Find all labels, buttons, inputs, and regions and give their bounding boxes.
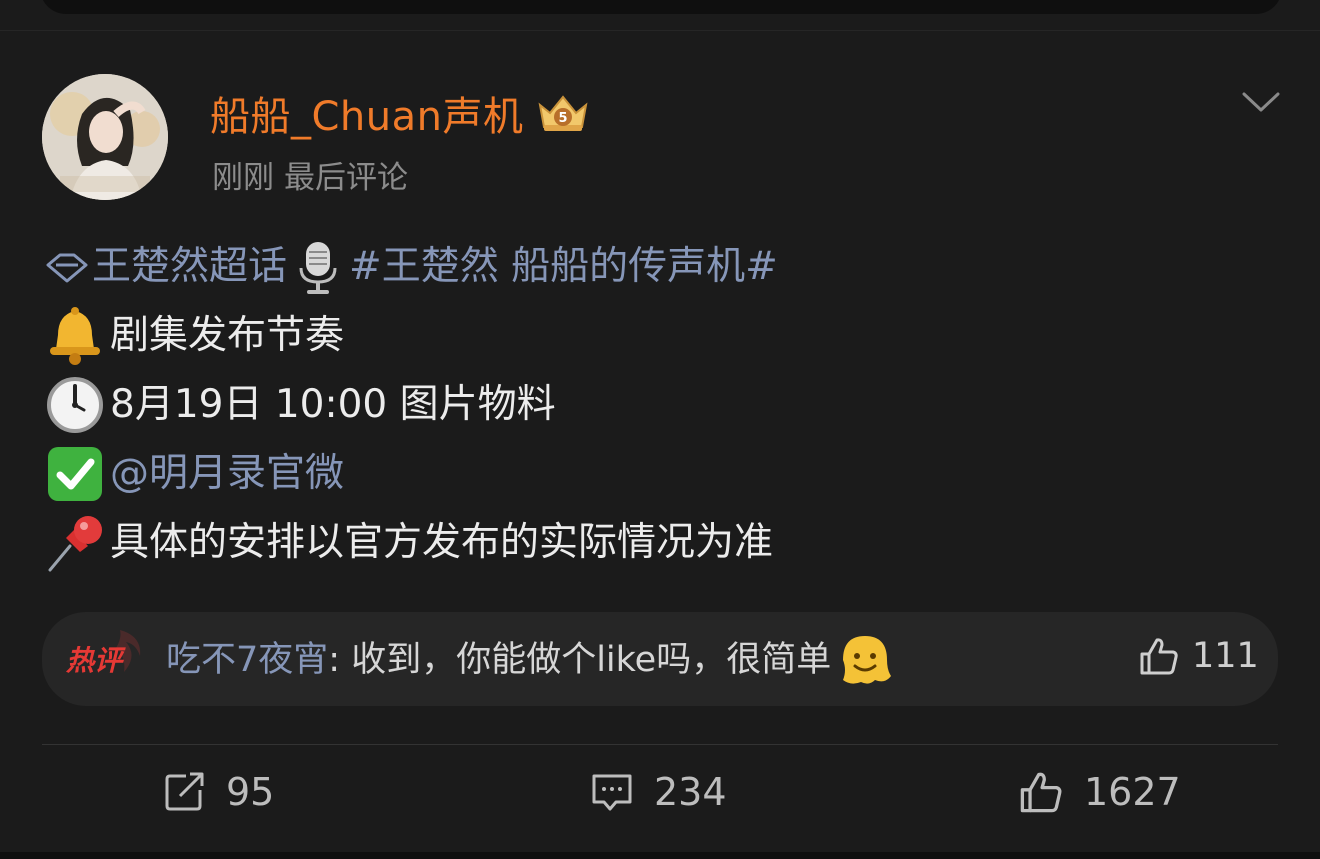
- post-status: 最后评论: [284, 160, 408, 196]
- thumbs-up-icon: [1140, 638, 1178, 675]
- crown-badge-icon[interactable]: 5: [536, 91, 590, 135]
- comment-icon: [592, 774, 632, 811]
- check-icon: [44, 443, 106, 505]
- note-line: 具体的安排以官方发布的实际情况为准: [44, 508, 778, 577]
- notice-text: 剧集发布节奏: [110, 313, 345, 358]
- bell-icon: [44, 305, 106, 367]
- hot-comment-body: 吃不7夜宵 : 收到，你能做个like吗，很简单: [166, 630, 895, 690]
- repost-button[interactable]: 95: [164, 770, 274, 814]
- comment-count: 234: [654, 770, 727, 814]
- notice-line: 剧集发布节奏: [44, 301, 778, 370]
- schedule-line: 8月19日 10:00 图片物料: [44, 370, 778, 439]
- hot-comment-separator: :: [328, 640, 352, 680]
- next-post-edge: [0, 852, 1320, 859]
- microphone-icon: [299, 241, 337, 294]
- comment-button[interactable]: 234: [590, 770, 727, 814]
- hot-tag-label: 热评: [65, 644, 126, 677]
- hot-comment-user[interactable]: 吃不7夜宵: [166, 631, 328, 689]
- pushpin-icon: [44, 512, 106, 574]
- divider: [0, 30, 1320, 31]
- svg-text:5: 5: [558, 111, 567, 126]
- diamond-icon: [46, 253, 88, 282]
- hot-comment-text: 收到，你能做个like吗，很简单: [351, 640, 832, 680]
- thumbs-up-icon: [1020, 772, 1062, 813]
- clock-icon: [44, 374, 106, 436]
- repost-icon: [165, 772, 204, 811]
- like-count: 1627: [1084, 770, 1181, 814]
- previous-post-card: [40, 0, 1282, 14]
- post-time: 刚刚: [212, 160, 274, 196]
- like-button[interactable]: 1627: [1018, 770, 1181, 814]
- hot-comment-like[interactable]: 111: [1138, 636, 1259, 676]
- hashtag-link[interactable]: #王楚然 船船的传声机#: [349, 232, 778, 301]
- avatar[interactable]: [42, 74, 168, 200]
- hot-comment-tag: 热评: [65, 630, 141, 677]
- melting-face-icon: [843, 636, 892, 684]
- divider: [42, 744, 1278, 745]
- note-text: 具体的安排以官方发布的实际情况为准: [110, 520, 774, 565]
- super-topic-link[interactable]: 王楚然超话: [92, 232, 287, 301]
- mention-link[interactable]: @明月录官微: [110, 439, 344, 508]
- repost-count: 95: [226, 770, 275, 814]
- topic-line: 王楚然超话 #王楚然 船船的传声机#: [44, 232, 778, 301]
- chevron-down-icon[interactable]: [1240, 88, 1282, 116]
- author-row: 船船_Chuan声机 5: [210, 84, 590, 142]
- hot-comment-like-count: 111: [1192, 636, 1259, 676]
- post-meta: 刚刚 最后评论: [212, 152, 408, 197]
- mention-line: @明月录官微: [44, 439, 778, 508]
- post-content: 王楚然超话 #王楚然 船船的传声机# 剧集发布节奏 8月19日 10:00 图片…: [44, 232, 778, 577]
- username[interactable]: 船船_Chuan声机: [210, 84, 524, 142]
- schedule-text: 8月19日 10:00 图片物料: [110, 382, 556, 427]
